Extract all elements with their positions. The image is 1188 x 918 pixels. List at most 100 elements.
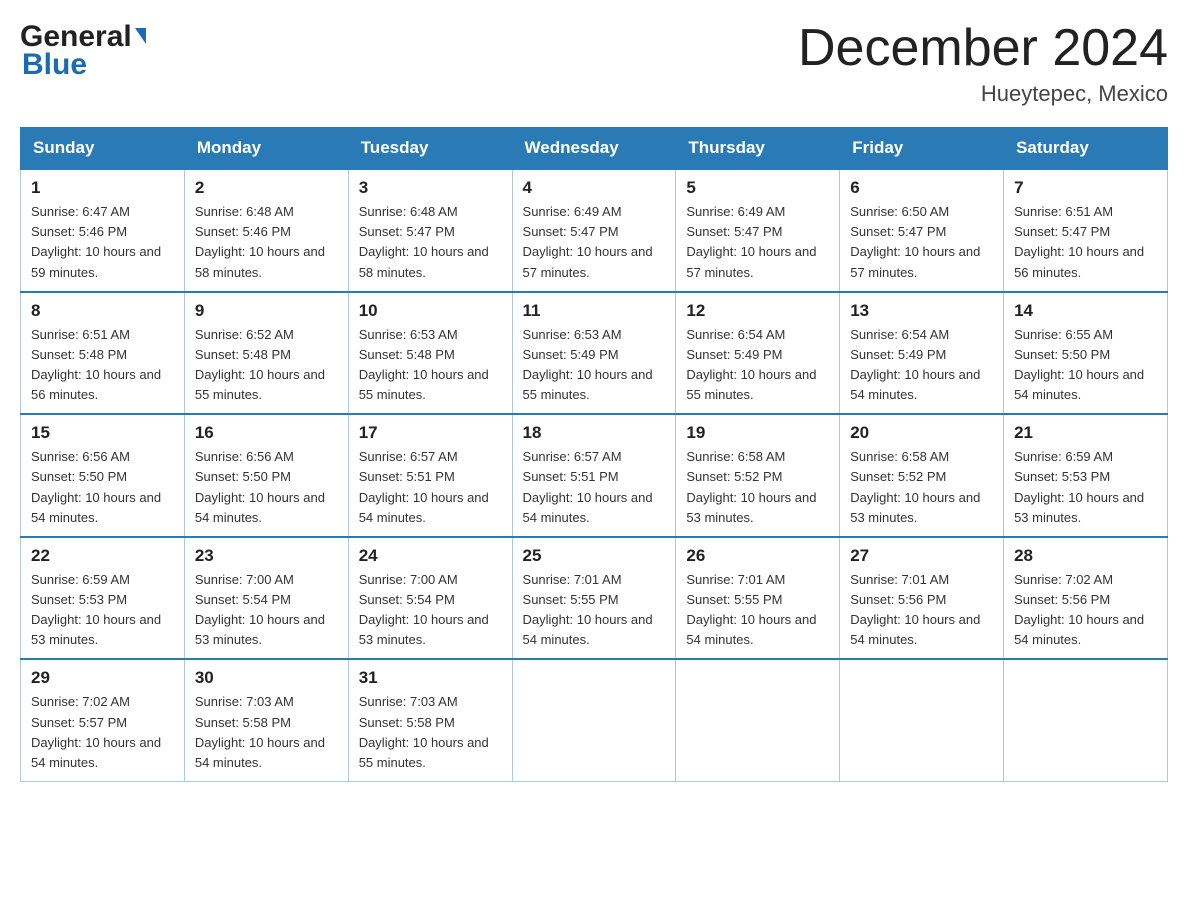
cell-sun-info: Sunrise: 6:56 AMSunset: 5:50 PMDaylight:… bbox=[195, 447, 338, 528]
calendar-cell: 26 Sunrise: 7:01 AMSunset: 5:55 PMDayligh… bbox=[676, 537, 840, 660]
calendar-cell: 6 Sunrise: 6:50 AMSunset: 5:47 PMDaylight… bbox=[840, 169, 1004, 292]
cell-day-number: 14 bbox=[1014, 301, 1157, 321]
cell-day-number: 25 bbox=[523, 546, 666, 566]
cell-day-number: 10 bbox=[359, 301, 502, 321]
calendar-cell: 5 Sunrise: 6:49 AMSunset: 5:47 PMDaylight… bbox=[676, 169, 840, 292]
cell-sun-info: Sunrise: 6:51 AMSunset: 5:48 PMDaylight:… bbox=[31, 325, 174, 406]
cell-sun-info: Sunrise: 7:02 AMSunset: 5:56 PMDaylight:… bbox=[1014, 570, 1157, 651]
calendar-header-row: SundayMondayTuesdayWednesdayThursdayFrid… bbox=[21, 128, 1168, 170]
cell-day-number: 23 bbox=[195, 546, 338, 566]
cell-day-number: 4 bbox=[523, 178, 666, 198]
cell-day-number: 31 bbox=[359, 668, 502, 688]
cell-sun-info: Sunrise: 6:52 AMSunset: 5:48 PMDaylight:… bbox=[195, 325, 338, 406]
column-header-friday: Friday bbox=[840, 128, 1004, 170]
calendar-cell: 16 Sunrise: 6:56 AMSunset: 5:50 PMDayligh… bbox=[184, 414, 348, 537]
cell-sun-info: Sunrise: 6:55 AMSunset: 5:50 PMDaylight:… bbox=[1014, 325, 1157, 406]
cell-day-number: 2 bbox=[195, 178, 338, 198]
calendar-table: SundayMondayTuesdayWednesdayThursdayFrid… bbox=[20, 127, 1168, 782]
cell-sun-info: Sunrise: 7:03 AMSunset: 5:58 PMDaylight:… bbox=[195, 692, 338, 773]
calendar-cell: 25 Sunrise: 7:01 AMSunset: 5:55 PMDayligh… bbox=[512, 537, 676, 660]
cell-day-number: 1 bbox=[31, 178, 174, 198]
cell-day-number: 12 bbox=[686, 301, 829, 321]
cell-day-number: 9 bbox=[195, 301, 338, 321]
cell-day-number: 28 bbox=[1014, 546, 1157, 566]
cell-day-number: 26 bbox=[686, 546, 829, 566]
calendar-cell: 21 Sunrise: 6:59 AMSunset: 5:53 PMDayligh… bbox=[1004, 414, 1168, 537]
cell-day-number: 22 bbox=[31, 546, 174, 566]
calendar-cell bbox=[1004, 659, 1168, 781]
column-header-sunday: Sunday bbox=[21, 128, 185, 170]
cell-sun-info: Sunrise: 7:00 AMSunset: 5:54 PMDaylight:… bbox=[359, 570, 502, 651]
column-header-tuesday: Tuesday bbox=[348, 128, 512, 170]
cell-sun-info: Sunrise: 6:56 AMSunset: 5:50 PMDaylight:… bbox=[31, 447, 174, 528]
calendar-cell: 17 Sunrise: 6:57 AMSunset: 5:51 PMDayligh… bbox=[348, 414, 512, 537]
calendar-cell: 30 Sunrise: 7:03 AMSunset: 5:58 PMDayligh… bbox=[184, 659, 348, 781]
logo-blue-text: Blue bbox=[20, 48, 87, 82]
calendar-cell: 4 Sunrise: 6:49 AMSunset: 5:47 PMDaylight… bbox=[512, 169, 676, 292]
column-header-thursday: Thursday bbox=[676, 128, 840, 170]
calendar-cell: 8Sunrise: 6:51 AMSunset: 5:48 PMDaylight… bbox=[21, 292, 185, 415]
cell-day-number: 29 bbox=[31, 668, 174, 688]
calendar-cell: 24Sunrise: 7:00 AMSunset: 5:54 PMDayligh… bbox=[348, 537, 512, 660]
cell-sun-info: Sunrise: 6:50 AMSunset: 5:47 PMDaylight:… bbox=[850, 202, 993, 283]
cell-sun-info: Sunrise: 7:01 AMSunset: 5:56 PMDaylight:… bbox=[850, 570, 993, 651]
cell-day-number: 30 bbox=[195, 668, 338, 688]
cell-sun-info: Sunrise: 7:01 AMSunset: 5:55 PMDaylight:… bbox=[523, 570, 666, 651]
cell-day-number: 19 bbox=[686, 423, 829, 443]
calendar-week-row: 8Sunrise: 6:51 AMSunset: 5:48 PMDaylight… bbox=[21, 292, 1168, 415]
cell-day-number: 15 bbox=[31, 423, 174, 443]
cell-day-number: 16 bbox=[195, 423, 338, 443]
cell-day-number: 6 bbox=[850, 178, 993, 198]
cell-sun-info: Sunrise: 6:48 AMSunset: 5:47 PMDaylight:… bbox=[359, 202, 502, 283]
calendar-cell bbox=[512, 659, 676, 781]
calendar-cell bbox=[676, 659, 840, 781]
calendar-cell: 28 Sunrise: 7:02 AMSunset: 5:56 PMDayligh… bbox=[1004, 537, 1168, 660]
cell-sun-info: Sunrise: 6:51 AMSunset: 5:47 PMDaylight:… bbox=[1014, 202, 1157, 283]
cell-day-number: 3 bbox=[359, 178, 502, 198]
calendar-cell: 10Sunrise: 6:53 AMSunset: 5:48 PMDayligh… bbox=[348, 292, 512, 415]
cell-day-number: 11 bbox=[523, 301, 666, 321]
cell-sun-info: Sunrise: 6:58 AMSunset: 5:52 PMDaylight:… bbox=[686, 447, 829, 528]
cell-sun-info: Sunrise: 6:57 AMSunset: 5:51 PMDaylight:… bbox=[359, 447, 502, 528]
cell-sun-info: Sunrise: 6:58 AMSunset: 5:52 PMDaylight:… bbox=[850, 447, 993, 528]
calendar-cell: 20 Sunrise: 6:58 AMSunset: 5:52 PMDayligh… bbox=[840, 414, 1004, 537]
title-block: December 2024 Hueytepec, Mexico bbox=[798, 20, 1168, 107]
calendar-cell: 7Sunrise: 6:51 AMSunset: 5:47 PMDaylight… bbox=[1004, 169, 1168, 292]
calendar-cell: 19 Sunrise: 6:58 AMSunset: 5:52 PMDayligh… bbox=[676, 414, 840, 537]
cell-sun-info: Sunrise: 6:47 AMSunset: 5:46 PMDaylight:… bbox=[31, 202, 174, 283]
calendar-cell: 2 Sunrise: 6:48 AMSunset: 5:46 PMDaylight… bbox=[184, 169, 348, 292]
cell-sun-info: Sunrise: 7:01 AMSunset: 5:55 PMDaylight:… bbox=[686, 570, 829, 651]
cell-sun-info: Sunrise: 6:53 AMSunset: 5:49 PMDaylight:… bbox=[523, 325, 666, 406]
cell-sun-info: Sunrise: 6:48 AMSunset: 5:46 PMDaylight:… bbox=[195, 202, 338, 283]
cell-day-number: 13 bbox=[850, 301, 993, 321]
calendar-cell: 29Sunrise: 7:02 AMSunset: 5:57 PMDayligh… bbox=[21, 659, 185, 781]
cell-day-number: 5 bbox=[686, 178, 829, 198]
cell-day-number: 17 bbox=[359, 423, 502, 443]
cell-sun-info: Sunrise: 6:54 AMSunset: 5:49 PMDaylight:… bbox=[850, 325, 993, 406]
cell-sun-info: Sunrise: 6:57 AMSunset: 5:51 PMDaylight:… bbox=[523, 447, 666, 528]
calendar-cell: 31Sunrise: 7:03 AMSunset: 5:58 PMDayligh… bbox=[348, 659, 512, 781]
calendar-cell bbox=[840, 659, 1004, 781]
calendar-cell: 13 Sunrise: 6:54 AMSunset: 5:49 PMDayligh… bbox=[840, 292, 1004, 415]
cell-day-number: 21 bbox=[1014, 423, 1157, 443]
calendar-cell: 9 Sunrise: 6:52 AMSunset: 5:48 PMDaylight… bbox=[184, 292, 348, 415]
column-header-saturday: Saturday bbox=[1004, 128, 1168, 170]
logo: General Blue bbox=[20, 20, 146, 82]
calendar-week-row: 1 Sunrise: 6:47 AMSunset: 5:46 PMDaylight… bbox=[21, 169, 1168, 292]
calendar-cell: 27 Sunrise: 7:01 AMSunset: 5:56 PMDayligh… bbox=[840, 537, 1004, 660]
cell-sun-info: Sunrise: 6:59 AMSunset: 5:53 PMDaylight:… bbox=[1014, 447, 1157, 528]
column-header-monday: Monday bbox=[184, 128, 348, 170]
cell-day-number: 27 bbox=[850, 546, 993, 566]
calendar-cell: 22 Sunrise: 6:59 AMSunset: 5:53 PMDayligh… bbox=[21, 537, 185, 660]
cell-sun-info: Sunrise: 6:59 AMSunset: 5:53 PMDaylight:… bbox=[31, 570, 174, 651]
calendar-cell: 18Sunrise: 6:57 AMSunset: 5:51 PMDayligh… bbox=[512, 414, 676, 537]
page-header: General Blue December 2024 Hueytepec, Me… bbox=[20, 20, 1168, 107]
calendar-cell: 23Sunrise: 7:00 AMSunset: 5:54 PMDayligh… bbox=[184, 537, 348, 660]
calendar-cell: 12Sunrise: 6:54 AMSunset: 5:49 PMDayligh… bbox=[676, 292, 840, 415]
calendar-week-row: 22 Sunrise: 6:59 AMSunset: 5:53 PMDayligh… bbox=[21, 537, 1168, 660]
calendar-week-row: 15 Sunrise: 6:56 AMSunset: 5:50 PMDayligh… bbox=[21, 414, 1168, 537]
calendar-cell: 11 Sunrise: 6:53 AMSunset: 5:49 PMDayligh… bbox=[512, 292, 676, 415]
cell-sun-info: Sunrise: 6:49 AMSunset: 5:47 PMDaylight:… bbox=[523, 202, 666, 283]
cell-sun-info: Sunrise: 6:49 AMSunset: 5:47 PMDaylight:… bbox=[686, 202, 829, 283]
cell-day-number: 20 bbox=[850, 423, 993, 443]
